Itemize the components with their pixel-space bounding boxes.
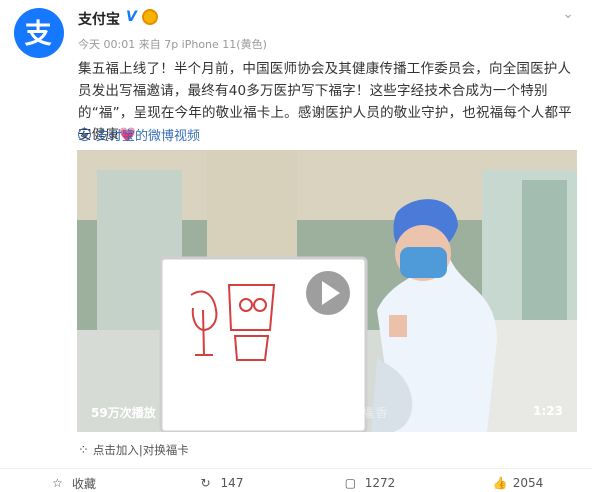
chevron-down-icon[interactable]: ⌄: [562, 6, 574, 22]
video-link[interactable]: 支付宝的微博视频: [78, 125, 200, 144]
video-player[interactable]: 59万次播放 2021 财运气旺赐福香 1:23: [77, 150, 577, 432]
play-icon: [78, 128, 91, 141]
alipay-logo-icon: 支: [25, 19, 52, 50]
like-button[interactable]: 👍 2054: [444, 474, 592, 492]
repost-icon: ↻: [200, 476, 211, 490]
repost-count: 147: [220, 476, 244, 490]
video-link-text[interactable]: 支付宝的微博视频: [96, 125, 200, 144]
verified-icon: V: [126, 9, 137, 25]
video-play-button[interactable]: [303, 268, 353, 318]
svg-text:支: 支: [25, 19, 52, 50]
account-name[interactable]: 支付宝: [78, 9, 120, 29]
action-bar: ☆ 收藏 ↻ 147 ▢ 1272 👍 2054: [0, 474, 592, 492]
favorite-label: 收藏: [71, 476, 96, 491]
view-count: 59万次播放: [91, 406, 156, 420]
star-icon: ☆: [51, 476, 63, 490]
avatar[interactable]: 支: [14, 8, 64, 58]
repost-button[interactable]: ↻ 147: [148, 474, 296, 492]
lottery-icon: ⁘: [78, 442, 89, 458]
like-icon: 👍: [492, 476, 508, 490]
comment-icon: ▢: [344, 476, 357, 490]
video-duration: 1:23: [533, 404, 563, 418]
action-divider: [0, 468, 592, 469]
lottery-text[interactable]: 点击加入|对换福卡: [93, 442, 189, 458]
comment-count: 1272: [364, 476, 396, 490]
lottery-tip[interactable]: ⁘ 点击加入|对换福卡: [78, 442, 189, 458]
comment-button[interactable]: ▢ 1272: [296, 474, 444, 492]
video-subtitle: 2021 财运气旺赐福香: [247, 406, 390, 420]
favorite-button[interactable]: ☆ 收藏: [0, 474, 148, 492]
post-meta: 今天 00:01 来自 7p iPhone 11(黄色): [78, 38, 267, 51]
medal-icon: [142, 9, 158, 25]
like-count: 2054: [512, 476, 544, 490]
